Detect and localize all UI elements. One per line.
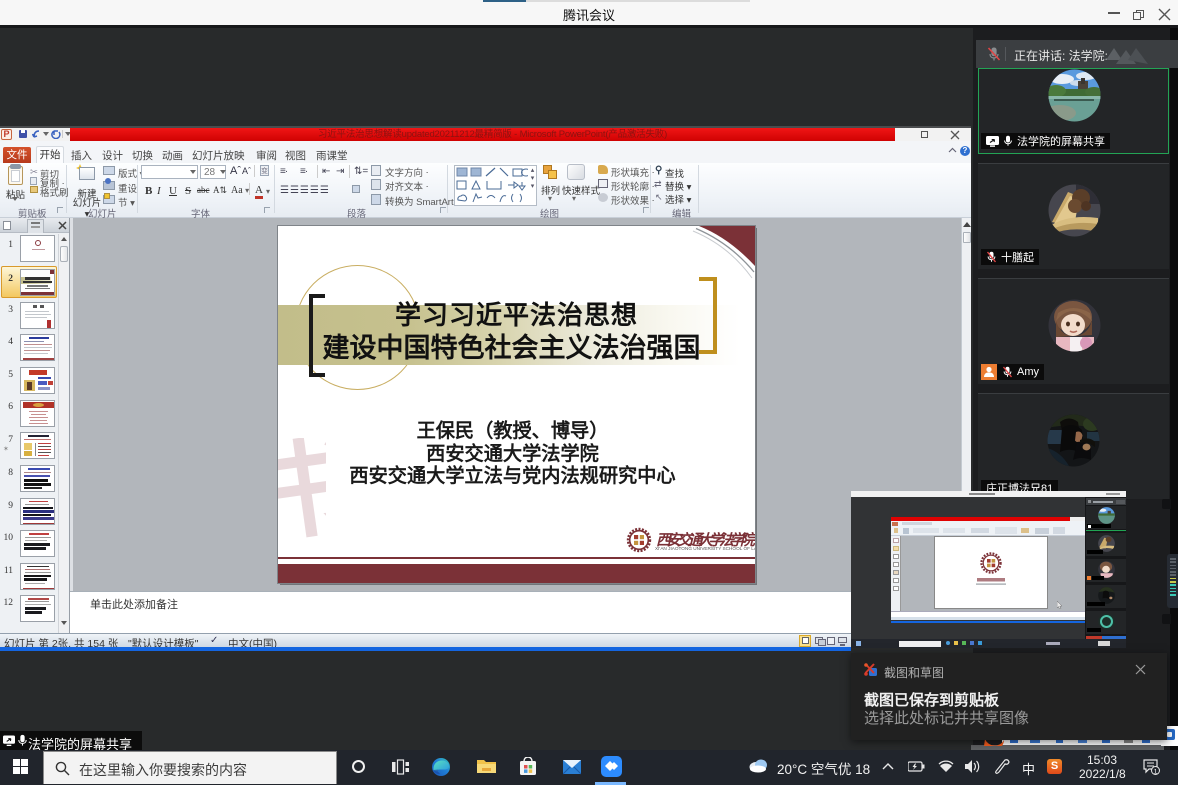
svg-text:1: 1 xyxy=(1154,769,1158,776)
